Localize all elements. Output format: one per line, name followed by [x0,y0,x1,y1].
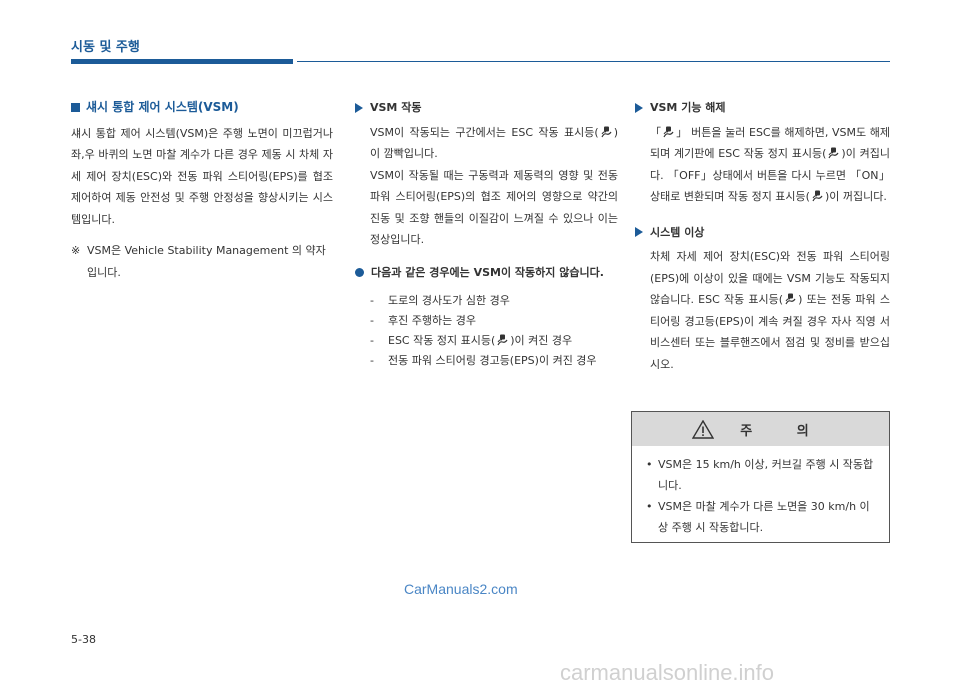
triangle-bullet-icon [635,102,643,113]
section-title: 시동 및 주행 [71,40,140,55]
esc-off-indicator-icon [812,190,823,202]
list-item: - 후진 주행하는 경우 [370,313,476,327]
dot-bullet-icon [355,267,364,277]
left-column: 섀시 통합 제어 시스템(VSM) 섀시 통합 제어 시스템(VSM)은 주행 … [71,97,333,283]
caution-item: • VSM은 15 km/h 이상, 커브길 주행 시 작동합니다. [646,458,874,492]
middle-dot-heading: 다음과 같은 경우에는 VSM이 작동하지 않습니다. [355,263,618,283]
middle-p1a: VSM이 작동되는 구간에서는 ESC 작동 표시등( [370,125,599,139]
esc-indicator-icon [601,126,612,137]
list-item: - 전동 파워 스티어링 경고등(EPS)이 켜진 경우 [370,353,597,367]
square-bullet-icon [71,103,80,113]
note-mark: ※ [71,244,81,257]
esc-off-indicator-icon [497,334,508,345]
site-watermark: carmanualsonline.info [560,660,775,685]
note-text: VSM은 Vehicle Stability Management 의 약자입니… [87,244,326,279]
esc-indicator-icon [785,293,796,305]
right-para-2: 차체 자세 제어 장치(ESC)와 전동 파워 스티어링(EPS)에 이상이 있… [650,250,890,371]
caution-box: 주 의 • VSM은 15 km/h 이상, 커브길 주행 시 작동합니다. • V… [631,411,890,543]
middle-para-1: VSM이 작동되는 구간에서는 ESC 작동 표시등()이 깜빡입니다. [355,122,618,165]
header-rule-thick [71,59,293,64]
left-body: 섀시 통합 제어 시스템(VSM)은 주행 노면이 미끄럽거나 좌,우 바퀴의 … [71,126,333,226]
right-column: VSM 기능 해제 「」 버튼을 눌러 ESC를 해제하면, VSM도 해제되며… [635,97,890,375]
caution-title: 주 의 [740,423,829,439]
dot-heading-text: 다음과 같은 경우에는 VSM이 작동하지 않습니다. [371,265,604,279]
right-heading-2: 시스템 이상 [635,222,890,244]
page-number: 5-38 [71,633,96,646]
right-heading-1-text: VSM 기능 해제 [650,101,726,114]
right-para-1: 「」 버튼을 눌러 ESC를 해제하면, VSM도 해제되며 계기판에 ESC … [650,125,890,204]
watermark-link[interactable]: CarManuals2.com [404,581,518,597]
triangle-bullet-icon [355,102,363,113]
left-note: ※ VSM은 Vehicle Stability Management 의 약자… [71,240,333,283]
esc-off-indicator-icon [828,147,839,159]
triangle-bullet-icon [635,227,643,238]
right-heading-2-text: 시스템 이상 [650,225,705,239]
conditions-list: - 도로의 경사도가 심한 경우 - 후진 주행하는 경우 - ESC 작동 정지 표… [355,291,618,371]
middle-heading: VSM 작동 [355,97,618,119]
middle-column: VSM 작동 VSM이 작동되는 구간에서는 ESC 작동 표시등()이 깜빡입… [355,97,618,371]
header-rule-thin [297,61,890,62]
warning-triangle-icon [692,419,715,439]
esc-button-icon [663,126,674,137]
caution-header: 주 의 [632,412,889,446]
caution-body: • VSM은 15 km/h 이상, 커브길 주행 시 작동합니다. • VSM은 … [632,446,889,538]
list-item: - ESC 작동 정지 표시등()이 켜진 경우 [370,333,573,347]
caution-item: • VSM은 마찰 계수가 다른 노면을 30 km/h 이상 주행 시 작동합니… [646,500,870,534]
list-item: - 도로의 경사도가 심한 경우 [370,293,510,307]
middle-heading-text: VSM 작동 [370,101,422,114]
middle-para-2: VSM이 작동될 때는 구동력과 제동력의 영향 및 전동 파워 스티어링(EP… [370,168,618,247]
right-heading-1: VSM 기능 해제 [635,97,890,119]
left-heading: 섀시 통합 제어 시스템(VSM) [71,97,333,119]
left-heading-text: 섀시 통합 제어 시스템(VSM) [86,100,239,114]
